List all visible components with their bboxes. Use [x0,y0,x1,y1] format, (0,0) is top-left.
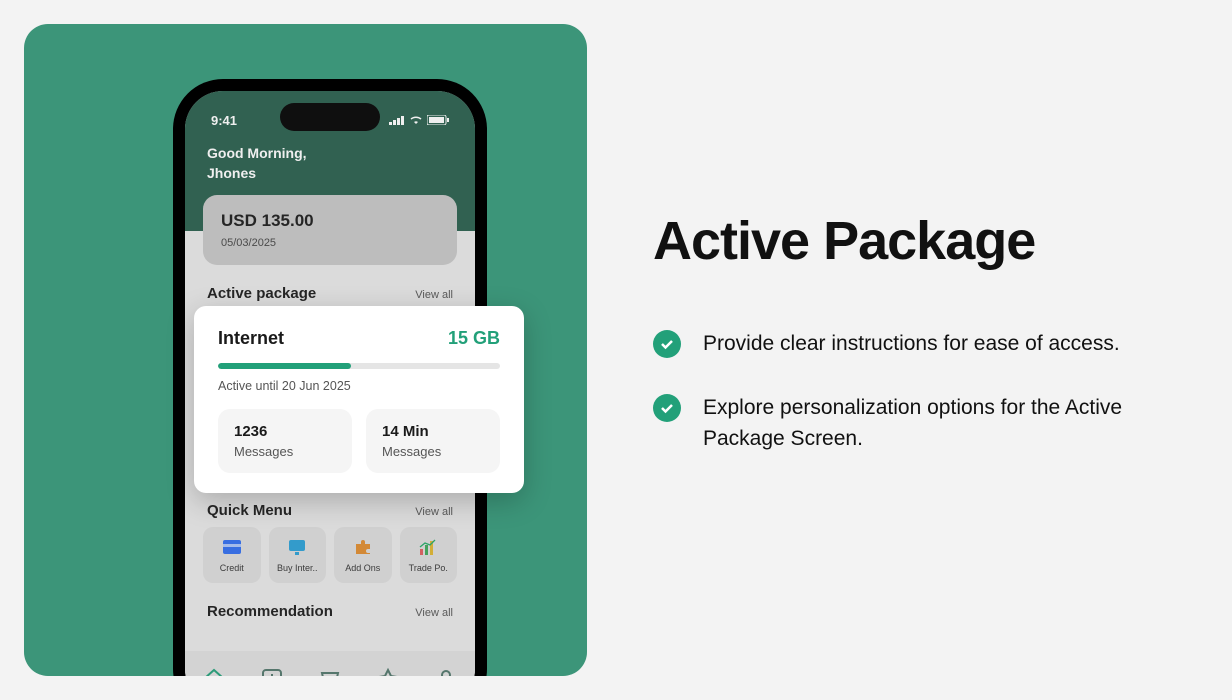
recommendation-view-all[interactable]: View all [415,607,453,619]
battery-icon [427,115,449,125]
quick-menu-item[interactable]: Buy Inter.. [269,527,327,583]
page-headline: Active Package [653,210,1162,272]
pop-title: Internet [218,328,284,349]
section-recommendation-title: Recommendation [207,603,333,620]
stat-value: 14 Min [382,423,484,440]
nav-cart-icon[interactable] [318,667,342,676]
section-active-package-title: Active package [207,285,316,302]
quick-menu-label: Trade Po. [404,563,454,573]
active-package-view-all[interactable]: View all [415,289,453,301]
stat-label: Messages [234,444,336,459]
username-text: Jhones [207,165,453,181]
check-icon [653,330,681,358]
bullet-item: Explore personalization options for the … [653,392,1162,455]
bullet-text: Explore personalization options for the … [703,392,1143,455]
stat-card[interactable]: 14 Min Messages [366,409,500,473]
nav-stats-icon[interactable] [260,667,284,676]
status-icons [389,115,449,125]
quick-menu-label: Buy Inter.. [273,563,323,573]
quick-menu-label: Add Ons [338,563,388,573]
stat-value: 1236 [234,423,336,440]
quick-menu-item[interactable]: Credit [203,527,261,583]
quick-menu-view-all[interactable]: View all [415,506,453,518]
stat-card[interactable]: 1236 Messages [218,409,352,473]
pop-amount: 15 GB [448,328,500,349]
signal-icon [389,115,405,125]
active-until-text: Active until 20 Jun 2025 [218,379,500,393]
quick-menu-label: Credit [207,563,257,573]
progress-bar [218,363,500,369]
balance-card[interactable]: USD 135.00 05/03/2025 [203,195,457,265]
greeting-text: Good Morning, [207,145,453,161]
balance-amount: USD 135.00 [221,211,439,231]
status-time: 9:41 [211,113,237,128]
screen-icon [273,537,323,557]
quick-menu-item[interactable]: Trade Po. [400,527,458,583]
phone-notch [280,103,380,131]
bottom-nav [185,651,475,676]
bullet-item: Provide clear instructions for ease of a… [653,328,1162,360]
nav-profile-icon[interactable] [434,667,458,676]
nav-star-icon[interactable] [376,667,400,676]
stat-label: Messages [382,444,484,459]
chart-icon [404,537,454,557]
section-quick-menu-title: Quick Menu [207,502,292,519]
wifi-icon [409,115,423,125]
bullet-text: Provide clear instructions for ease of a… [703,328,1120,360]
right-text-panel: Active Package Provide clear instruction… [587,0,1232,700]
card-icon [207,537,257,557]
active-package-card[interactable]: Internet 15 GB Active until 20 Jun 2025 … [194,306,524,493]
check-icon [653,394,681,422]
nav-home-icon[interactable] [202,667,226,676]
balance-date: 05/03/2025 [221,237,439,249]
puzzle-icon [338,537,388,557]
left-hero-panel: 9:41 Good Morning, Jhones USD 135.00 05/… [24,24,587,676]
quick-menu-item[interactable]: Add Ons [334,527,392,583]
